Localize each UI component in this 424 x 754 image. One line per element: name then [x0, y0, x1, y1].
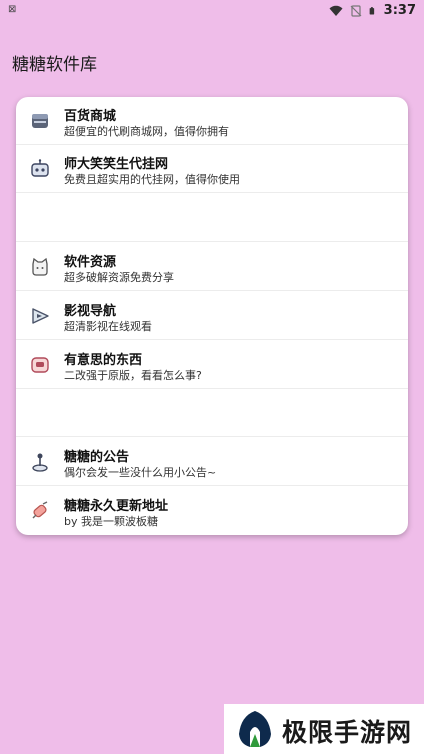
menu-item-fun[interactable]: 有意思的东西 二改强于原版，看看怎么事?	[16, 341, 408, 389]
menu-item-title: 糖糖的公告	[64, 450, 130, 465]
menu-spacer	[16, 194, 408, 242]
menu-item-video[interactable]: 影视导航 超清影视在线观看	[16, 292, 408, 340]
watermark: 极限手游网	[224, 704, 424, 754]
clock: 3:37	[383, 3, 416, 18]
tv-icon	[31, 357, 49, 373]
play-icon	[32, 308, 49, 324]
menu-spacer	[16, 389, 408, 437]
wifi-icon	[329, 5, 343, 16]
menu-item-notice[interactable]: 糖糖的公告 偶尔会发一些没什么用小公告~	[16, 438, 408, 486]
menu-item-title: 软件资源	[64, 255, 117, 270]
menu-item-software[interactable]: 软件资源 超多破解资源免费分享	[16, 243, 408, 291]
menu-item-title: 百货商城	[64, 109, 117, 124]
menu-item-subtitle: 偶尔会发一些没什么用小公告~	[64, 466, 217, 479]
menu-item-update[interactable]: 糖糖永久更新地址 by 我是一颗波板糖	[16, 487, 408, 535]
robot-icon	[31, 159, 49, 177]
menu-item-subtitle: by 我是一颗波板糖	[64, 515, 158, 528]
menu-item-subtitle: 免费且超实用的代挂网，值得你使用	[64, 173, 240, 186]
candy-icon	[32, 501, 48, 519]
status-bar: ⊠ 3:37	[0, 0, 424, 22]
status-icons: 3:37	[329, 3, 416, 18]
menu-item-title: 师大笑笑生代挂网	[64, 157, 169, 172]
menu-item-subtitle: 二改强于原版，看看怎么事?	[64, 369, 202, 382]
menu-item-title: 糖糖永久更新地址	[64, 499, 169, 514]
menu-item-title: 有意思的东西	[64, 353, 143, 368]
menu-item-store[interactable]: 百货商城 超便宜的代刷商城网，值得你拥有	[16, 97, 408, 145]
battery-icon	[369, 6, 374, 15]
menu-card: 百货商城 超便宜的代刷商城网，值得你拥有 师大笑笑生代挂网 免费且超实用的代挂网…	[16, 97, 408, 535]
menu-item-subtitle: 超便宜的代刷商城网，值得你拥有	[64, 125, 229, 138]
joystick-icon	[32, 453, 48, 472]
menu-item-subtitle: 超清影视在线观看	[64, 320, 152, 333]
watermark-text: 极限手游网	[282, 718, 413, 747]
menu-item-proxy[interactable]: 师大笑笑生代挂网 免费且超实用的代挂网，值得你使用	[16, 145, 408, 193]
menu-item-title: 影视导航	[64, 304, 117, 319]
app-title: 糖糖软件库	[12, 55, 97, 75]
store-icon	[32, 114, 48, 128]
sim-icon: ⊠	[8, 4, 17, 15]
cat-icon	[32, 257, 48, 276]
menu-item-subtitle: 超多破解资源免费分享	[64, 271, 174, 284]
no-sim-icon	[350, 4, 362, 17]
watermark-logo-icon	[239, 711, 271, 747]
